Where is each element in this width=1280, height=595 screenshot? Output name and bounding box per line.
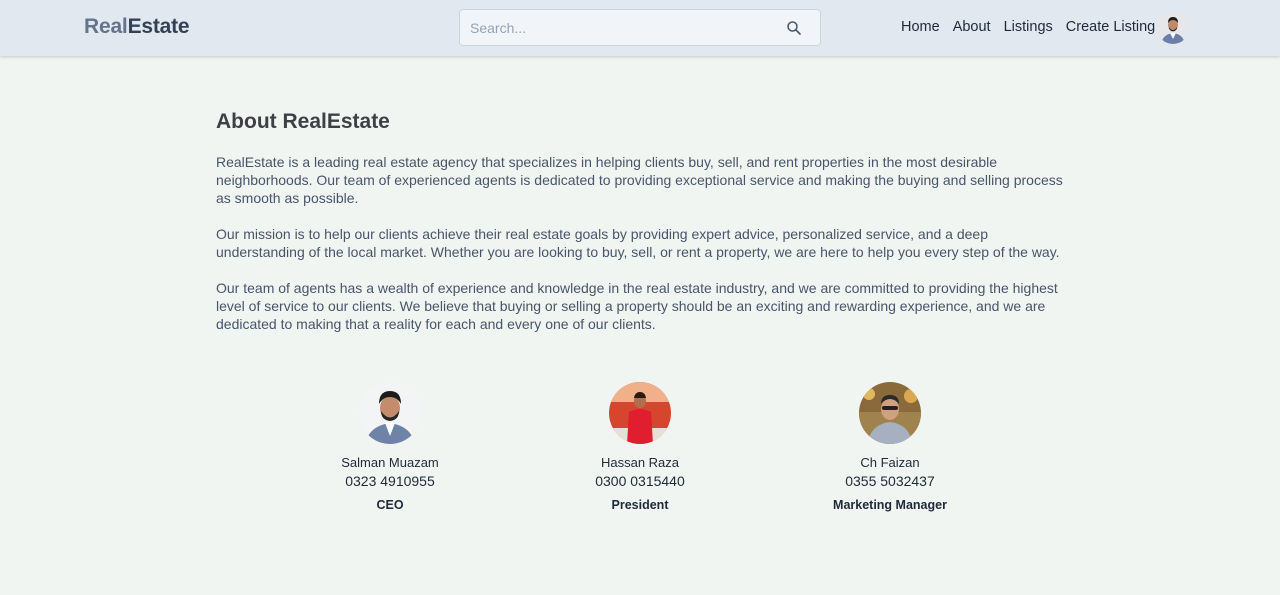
about-paragraph-1: RealEstate is a leading real estate agen… (216, 154, 1063, 206)
team-member-phone: 0355 5032437 (845, 473, 935, 489)
main-nav: Home About Listings Create Listing (901, 19, 1168, 35)
nav-home[interactable]: Home (901, 19, 940, 35)
team-member-phone: 0300 0315440 (595, 473, 685, 489)
user-avatar[interactable] (1157, 12, 1189, 44)
nav-about[interactable]: About (953, 19, 991, 35)
team-section: Salman Muazam 0323 4910955 CEO Hassan Ra… (0, 382, 1280, 522)
nav-create-listing[interactable]: Create Listing (1066, 19, 1155, 35)
team-member-name: Hassan Raza (600, 455, 680, 470)
team-member-role: CEO (376, 498, 404, 512)
about-section: About RealEstate RealEstate is a leading… (216, 110, 1076, 351)
team-member-role: President (611, 498, 669, 512)
page-title: About RealEstate (216, 110, 390, 133)
team-member-photo (609, 382, 671, 444)
logo-part-real: Real (84, 15, 128, 38)
team-member-role: Marketing Manager (833, 498, 947, 512)
team-member-phone: 0323 4910955 (345, 473, 435, 489)
search-input[interactable] (470, 10, 770, 45)
about-paragraph-3: Our team of agents has a wealth of exper… (216, 280, 1058, 332)
site-logo[interactable]: RealEstate (84, 15, 190, 39)
team-member-name: Ch Faizan (860, 455, 920, 470)
team-member-name: Salman Muazam (341, 455, 439, 470)
about-paragraph-2: Our mission is to help our clients achie… (216, 226, 1060, 260)
top-navbar: RealEstate Home About Listings Create Li… (0, 0, 1280, 56)
team-member-photo (359, 382, 421, 444)
search-icon[interactable] (786, 20, 802, 36)
team-member-card: Salman Muazam 0323 4910955 CEO (300, 382, 480, 512)
team-member-card: Hassan Raza 0300 0315440 President (550, 382, 730, 512)
nav-listings[interactable]: Listings (1004, 19, 1053, 35)
team-member-photo (859, 382, 921, 444)
team-member-card: Ch Faizan 0355 5032437 Marketing Manager (800, 382, 980, 512)
logo-part-estate: Estate (127, 15, 190, 38)
search-box (459, 9, 821, 46)
